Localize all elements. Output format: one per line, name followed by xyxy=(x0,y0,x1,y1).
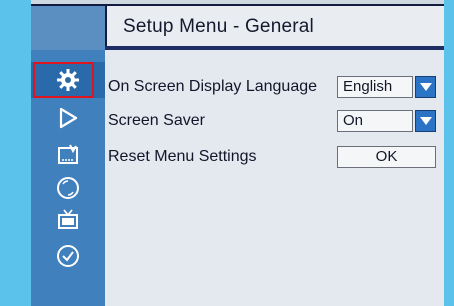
sidebar-item-disc[interactable] xyxy=(31,170,105,206)
setting-row-reset: Reset Menu Settings OK xyxy=(105,146,444,170)
play-icon xyxy=(59,107,78,129)
title-left-block xyxy=(31,6,105,50)
setting-row-screensaver: Screen Saver On xyxy=(105,110,444,134)
language-label: On Screen Display Language xyxy=(108,78,318,95)
reset-label: Reset Menu Settings xyxy=(108,148,257,165)
sidebar xyxy=(31,50,105,306)
screensaver-label: Screen Saver xyxy=(108,112,205,129)
top-border xyxy=(31,0,444,4)
title-bar: Setup Menu - General xyxy=(105,6,444,46)
sidebar-item-audio[interactable] xyxy=(31,137,105,173)
chevron-down-icon xyxy=(419,117,432,125)
chevron-down-icon xyxy=(419,83,432,91)
sidebar-item-video[interactable] xyxy=(31,202,105,238)
language-dropdown-button[interactable] xyxy=(415,76,436,98)
gear-icon xyxy=(57,69,79,91)
reset-ok-button[interactable]: OK xyxy=(337,146,436,168)
setting-row-language: On Screen Display Language English xyxy=(105,76,444,100)
screensaver-select[interactable]: On xyxy=(337,110,413,132)
page-title: Setup Menu - General xyxy=(123,16,314,37)
tv-icon xyxy=(58,209,78,229)
settings-panel: On Screen Display Language English Scree… xyxy=(105,50,444,306)
clock-icon xyxy=(57,245,79,267)
disc-icon xyxy=(57,177,79,199)
sidebar-item-clock[interactable] xyxy=(31,238,105,274)
speaker-icon xyxy=(58,144,78,164)
setup-menu-window: Setup Menu - General On Screen Display L… xyxy=(31,0,444,306)
screensaver-dropdown-button[interactable] xyxy=(415,110,436,132)
sidebar-item-general[interactable] xyxy=(31,62,105,98)
sidebar-item-playback[interactable] xyxy=(31,100,105,136)
language-select[interactable]: English xyxy=(337,76,413,98)
